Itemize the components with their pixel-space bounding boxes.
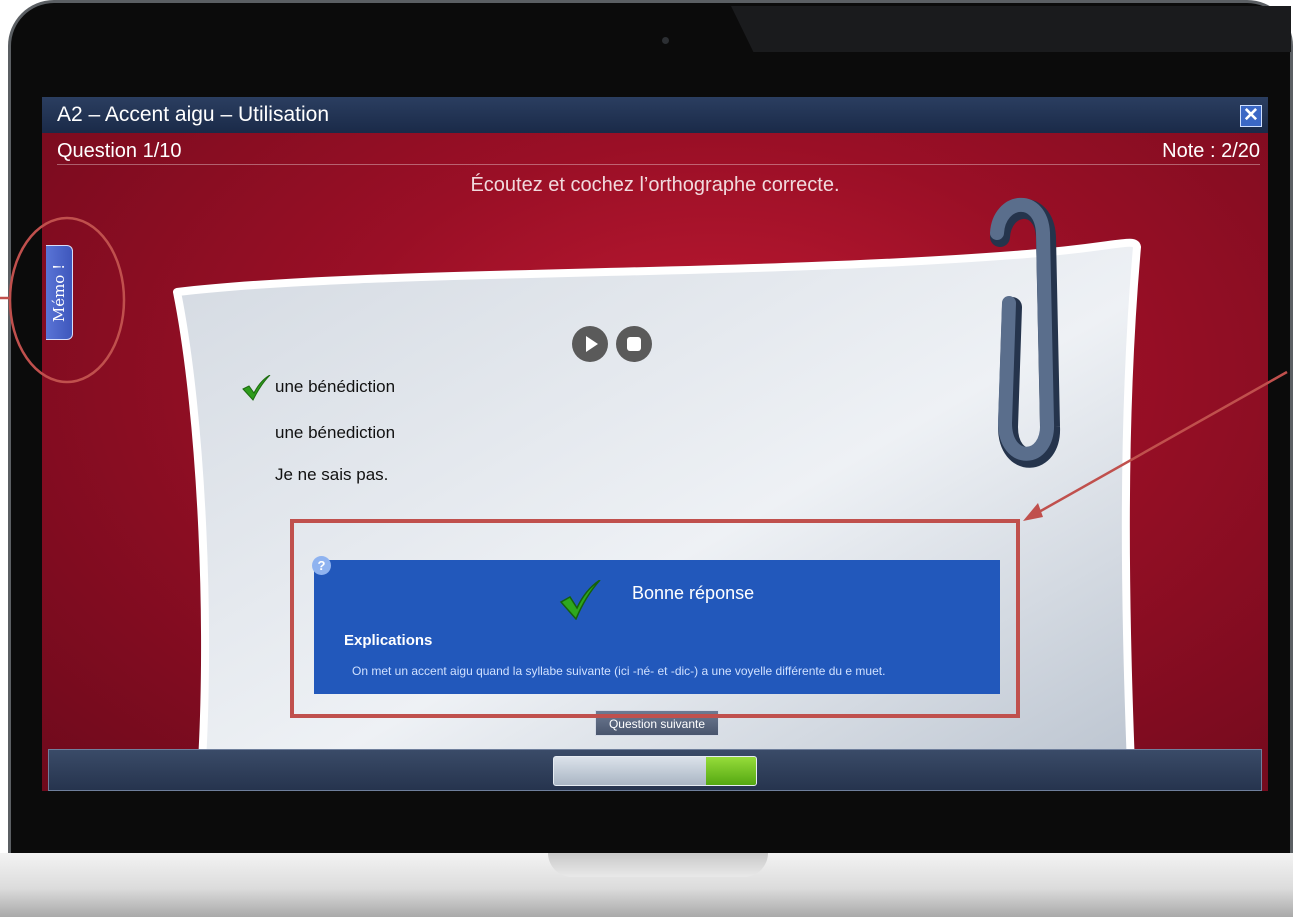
answer-option-3[interactable]: Je ne sais pas. xyxy=(275,465,388,485)
bottom-bar xyxy=(48,749,1262,791)
bezel-glare xyxy=(731,6,1291,52)
next-question-button[interactable]: Question suivante xyxy=(595,710,719,736)
memo-label: Mémo ! xyxy=(50,263,68,322)
checkmark-icon xyxy=(559,580,601,620)
checkmark-icon xyxy=(242,375,271,401)
answer-option-2[interactable]: une bénediction xyxy=(275,423,395,443)
app-window: A2 – Accent aigu – Utilisation ✕ Questio… xyxy=(42,97,1268,791)
feedback-title: Bonne réponse xyxy=(632,583,755,603)
help-icon[interactable]: ? xyxy=(312,556,331,575)
camera-icon xyxy=(662,37,669,44)
answer-label: une bénediction xyxy=(275,423,396,442)
progress-fill xyxy=(705,757,756,785)
explanation-heading: Explications xyxy=(344,632,433,649)
stop-button[interactable] xyxy=(616,326,652,362)
answer-label: une bénédiction xyxy=(275,377,396,396)
explanation-text: On met un accent aigu quand la syllabe s… xyxy=(352,664,886,678)
answer-label: Je ne sais pas. xyxy=(275,465,389,484)
progress-bar xyxy=(553,756,757,786)
laptop-notch xyxy=(548,853,768,877)
memo-tab[interactable]: Mémo ! xyxy=(46,245,73,340)
play-button[interactable] xyxy=(572,326,608,362)
feedback-panel: ? Bonne réponse Explications On met un a… xyxy=(312,556,1000,694)
answer-option-1[interactable]: une bénédiction xyxy=(242,375,396,401)
